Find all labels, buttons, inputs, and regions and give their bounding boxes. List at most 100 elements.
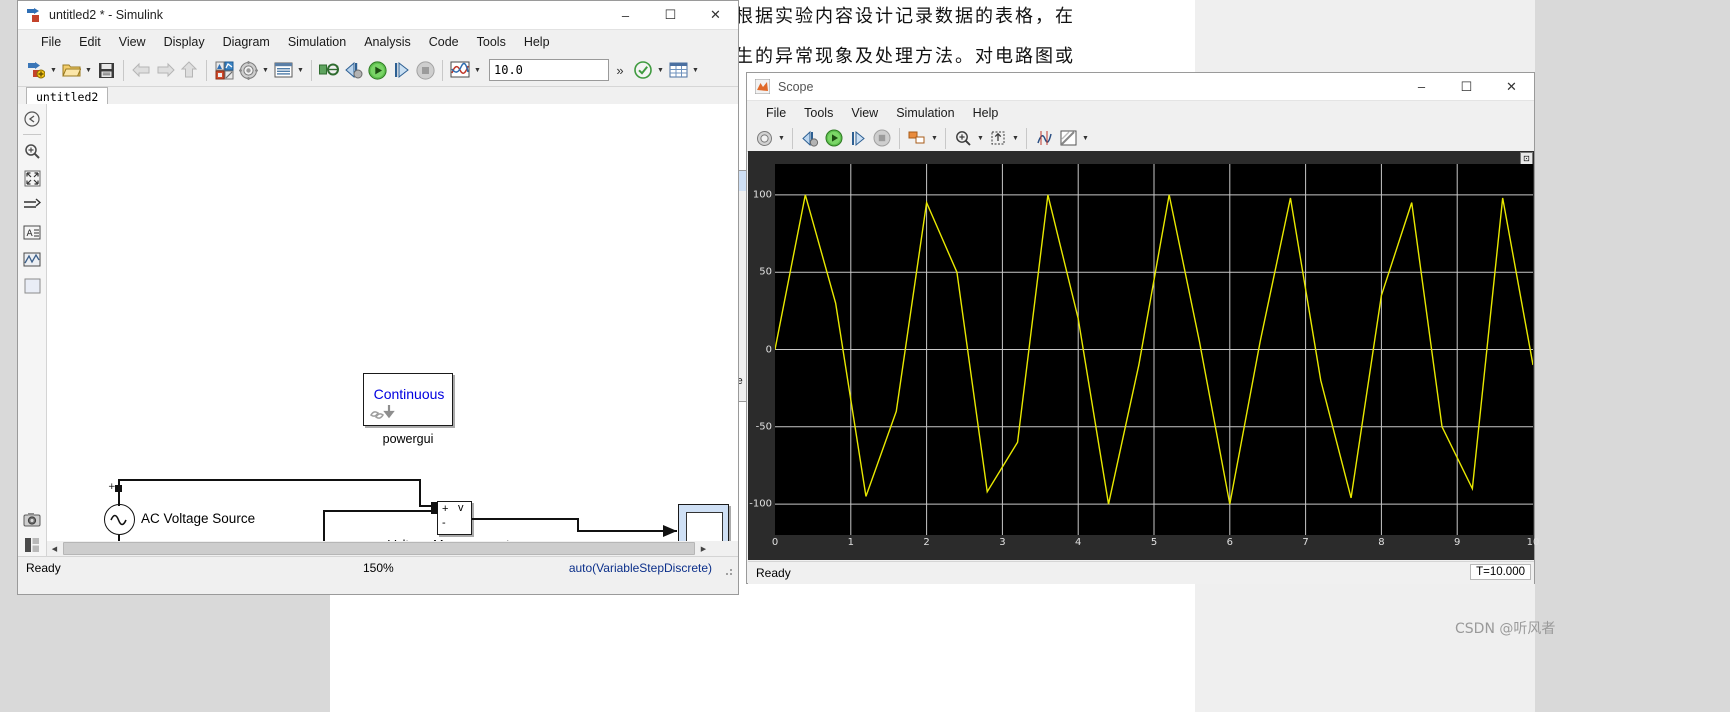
menu-edit[interactable]: Edit xyxy=(70,32,110,52)
scope-print-dropdown-icon[interactable]: ▼ xyxy=(776,126,787,150)
menu-diagram[interactable]: Diagram xyxy=(214,32,279,52)
run-icon[interactable] xyxy=(365,58,389,82)
gear-icon[interactable] xyxy=(236,58,260,82)
menu-display[interactable]: Display xyxy=(155,32,214,52)
scope-menubar[interactable]: File Tools View Simulation Help xyxy=(747,101,1534,125)
zoom-icon[interactable] xyxy=(19,139,45,163)
simulink-window-controls[interactable]: – ☐ ✕ xyxy=(603,1,738,29)
menu-help[interactable]: Help xyxy=(515,32,559,52)
scope-window[interactable]: Scope – ☐ ✕ File Tools View Simulation H… xyxy=(746,72,1539,584)
scroll-right-icon[interactable]: ▶ xyxy=(696,541,711,556)
new-model-icon[interactable] xyxy=(24,58,48,82)
scope-step-forward-icon[interactable] xyxy=(846,126,870,150)
block-voltage-measurement[interactable]: + - v xyxy=(437,501,472,535)
step-back-icon[interactable] xyxy=(341,58,365,82)
block-scope[interactable] xyxy=(678,504,729,541)
scope-run-icon[interactable] xyxy=(822,126,846,150)
toolbar-overflow-button[interactable]: » xyxy=(609,63,631,78)
scope-step-back-icon[interactable] xyxy=(798,126,822,150)
new-model-dropdown-icon[interactable]: ▼ xyxy=(48,58,59,82)
stop-icon[interactable] xyxy=(413,58,437,82)
grid-icon[interactable] xyxy=(666,58,690,82)
canvas-left-toolbar[interactable]: A xyxy=(18,104,47,556)
camera-icon[interactable] xyxy=(19,507,45,531)
style-dropdown-icon[interactable]: ▼ xyxy=(1080,126,1091,150)
resize-grip[interactable] xyxy=(722,565,734,577)
style-icon[interactable] xyxy=(1056,126,1080,150)
cursor-measurement-icon[interactable] xyxy=(1032,126,1056,150)
simulink-titlebar[interactable]: untitled2 * - Simulink – ☐ ✕ xyxy=(18,1,738,30)
scope-plot-area[interactable] xyxy=(775,164,1533,535)
scope-layout-dropdown-icon[interactable]: ▼ xyxy=(929,126,940,150)
block-ac-voltage-source[interactable] xyxy=(104,504,135,535)
back-arrow-icon[interactable] xyxy=(129,58,153,82)
menu-view[interactable]: View xyxy=(110,32,155,52)
menu-analysis[interactable]: Analysis xyxy=(355,32,420,52)
scope-toolbar[interactable]: ▼ ▼ ▼ ▼ ▼ xyxy=(747,125,1534,152)
scope-menu-file[interactable]: File xyxy=(757,103,795,123)
simulink-menubar[interactable]: File Edit View Display Diagram Simulatio… xyxy=(18,30,738,54)
signal-routing-icon[interactable] xyxy=(19,193,45,217)
simulink-close-button[interactable]: ✕ xyxy=(693,1,738,29)
step-forward-icon[interactable] xyxy=(389,58,413,82)
up-arrow-icon[interactable] xyxy=(177,58,201,82)
model-explorer-dropdown-icon[interactable]: ▼ xyxy=(295,58,306,82)
data-inspector-dropdown-icon[interactable]: ▼ xyxy=(472,58,483,82)
annotation-icon[interactable]: A xyxy=(19,220,45,244)
powergui-label: powergui xyxy=(382,432,434,446)
open-dropdown-icon[interactable]: ▼ xyxy=(83,58,94,82)
simulink-maximize-button[interactable]: ☐ xyxy=(648,1,693,29)
menu-simulation[interactable]: Simulation xyxy=(279,32,355,52)
library-browser-icon[interactable] xyxy=(212,58,236,82)
model-canvas[interactable]: Continuous powergui + AC Voltage Source … xyxy=(47,104,738,541)
open-folder-icon[interactable] xyxy=(59,58,83,82)
block-powergui[interactable]: Continuous xyxy=(363,373,453,426)
scope-window-controls[interactable]: – ☐ ✕ xyxy=(1399,73,1534,101)
scope-stop-icon[interactable] xyxy=(870,126,894,150)
layout-icon[interactable] xyxy=(19,533,45,557)
back-icon[interactable] xyxy=(19,107,45,131)
simulink-minimize-button[interactable]: – xyxy=(603,1,648,29)
grid-dropdown-icon[interactable]: ▼ xyxy=(690,58,701,82)
menu-file[interactable]: File xyxy=(32,32,70,52)
model-explorer-icon[interactable] xyxy=(271,58,295,82)
blank-block-icon[interactable] xyxy=(19,274,45,298)
scope-close-button[interactable]: ✕ xyxy=(1489,73,1534,101)
scope-plot-container[interactable]: ⊡ 100 50 0 -50 -100 0 1 2 3 4 5 6 7 8 9 10 xyxy=(748,151,1539,560)
scope-preview-icon[interactable] xyxy=(19,247,45,271)
scope-minimize-button[interactable]: – xyxy=(1399,73,1444,101)
gear-dropdown-icon[interactable]: ▼ xyxy=(260,58,271,82)
save-icon[interactable] xyxy=(94,58,118,82)
scope-zoomfit-dropdown-icon[interactable]: ▼ xyxy=(1010,126,1021,150)
status-solver[interactable]: auto(VariableStepDiscrete) xyxy=(569,561,712,575)
port-vm-minus[interactable] xyxy=(431,507,438,514)
vm-output-label: v xyxy=(458,502,464,514)
menu-tools[interactable]: Tools xyxy=(468,32,515,52)
port-src-plus[interactable] xyxy=(115,485,122,492)
scope-maximize-button[interactable]: ☐ xyxy=(1444,73,1489,101)
scope-print-gear-icon[interactable] xyxy=(752,126,776,150)
scope-zoom-in-icon[interactable] xyxy=(951,126,975,150)
scroll-left-icon[interactable]: ◀ xyxy=(47,541,62,556)
scope-zoom-fit-icon[interactable] xyxy=(986,126,1010,150)
scope-titlebar[interactable]: Scope – ☐ ✕ xyxy=(747,73,1534,101)
simulink-window[interactable]: untitled2 * - Simulink – ☐ ✕ File Edit V… xyxy=(17,0,739,595)
scope-toolbar-separator-4 xyxy=(1026,127,1027,149)
update-model-icon[interactable] xyxy=(317,58,341,82)
scope-menu-view[interactable]: View xyxy=(842,103,887,123)
scope-menu-tools[interactable]: Tools xyxy=(795,103,842,123)
check-dropdown-icon[interactable]: ▼ xyxy=(655,58,666,82)
check-circle-icon[interactable] xyxy=(631,58,655,82)
scope-menu-simulation[interactable]: Simulation xyxy=(887,103,963,123)
fit-to-view-icon[interactable] xyxy=(19,166,45,190)
menu-code[interactable]: Code xyxy=(420,32,468,52)
scope-layout-icon[interactable] xyxy=(905,126,929,150)
canvas-horizontal-scrollbar[interactable]: ◀ ▶ xyxy=(47,541,738,556)
scope-zoom-dropdown-icon[interactable]: ▼ xyxy=(975,126,986,150)
forward-arrow-icon[interactable] xyxy=(153,58,177,82)
stop-time-input[interactable] xyxy=(489,59,609,81)
simulink-toolbar[interactable]: ▼ ▼ ▼ ▼ ▼ 10.0 » ▼ ▼ xyxy=(18,54,738,87)
scrollbar-thumb[interactable] xyxy=(63,542,695,555)
scope-menu-help[interactable]: Help xyxy=(964,103,1008,123)
data-inspector-icon[interactable] xyxy=(448,58,472,82)
